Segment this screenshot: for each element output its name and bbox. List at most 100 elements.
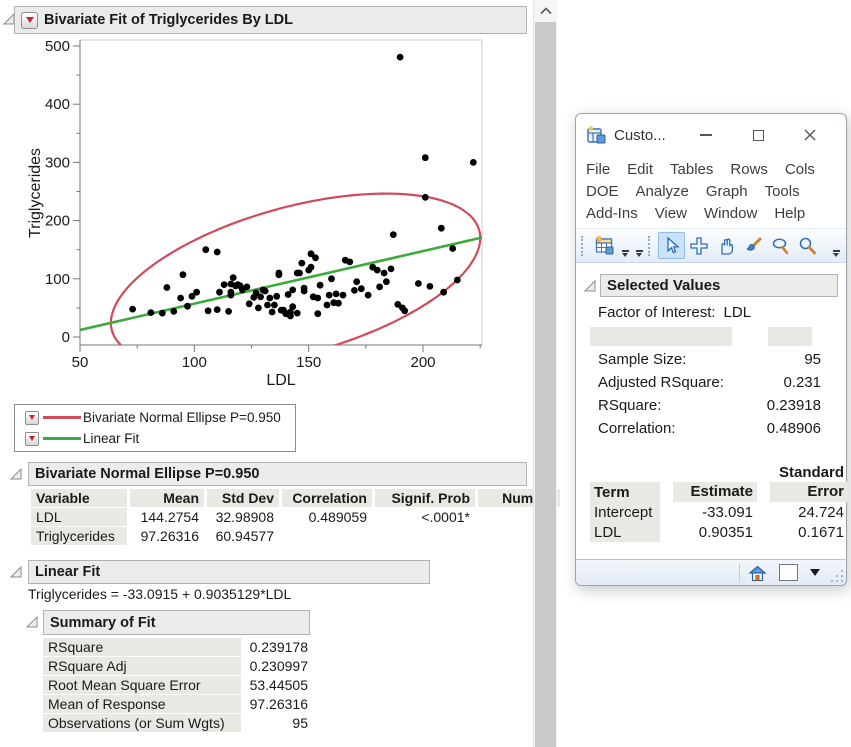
new-data-table-icon[interactable]: [591, 232, 618, 259]
scrollbar-thumb[interactable]: [535, 22, 556, 747]
scatter-point[interactable]: [333, 291, 340, 298]
scatter-point[interactable]: [328, 275, 335, 282]
hand-tool-icon[interactable]: [712, 232, 739, 259]
scatter-point[interactable]: [214, 249, 221, 256]
color-swatch-icon[interactable]: [779, 564, 798, 581]
scatter-point[interactable]: [273, 293, 280, 300]
menu-view[interactable]: View: [655, 205, 687, 222]
scatter-point[interactable]: [449, 245, 456, 252]
scatter-point[interactable]: [170, 308, 177, 315]
scatter-point[interactable]: [221, 281, 228, 288]
menu-help[interactable]: Help: [774, 205, 805, 222]
scatter-point[interactable]: [308, 264, 315, 271]
scatter-point[interactable]: [351, 287, 358, 294]
menu-edit[interactable]: Edit: [627, 161, 653, 178]
factor-value-box[interactable]: [590, 327, 732, 346]
scatter-point[interactable]: [225, 308, 232, 315]
scatter-point[interactable]: [271, 302, 278, 309]
scatter-point[interactable]: [264, 302, 271, 309]
scatter-point[interactable]: [296, 270, 303, 277]
scatter-point[interactable]: [397, 54, 404, 61]
scatter-point[interactable]: [317, 282, 324, 289]
scatter-point[interactable]: [374, 267, 381, 274]
scatter-point[interactable]: [276, 270, 283, 277]
dropdown-icon[interactable]: [810, 569, 820, 576]
toolbar-grip[interactable]: [581, 236, 587, 256]
vertical-scrollbar[interactable]: [533, 0, 557, 747]
disclosure-triangle-summary[interactable]: [26, 616, 38, 628]
scatter-point[interactable]: [180, 271, 187, 278]
scatter-point[interactable]: [326, 292, 333, 299]
menu-window[interactable]: Window: [704, 205, 757, 222]
scatter-point[interactable]: [340, 292, 347, 299]
scatter-point[interactable]: [266, 295, 273, 302]
scatter-point[interactable]: [422, 154, 429, 161]
scatter-point[interactable]: [289, 303, 296, 310]
scatter-point[interactable]: [244, 284, 251, 291]
scroll-up-button[interactable]: [534, 0, 557, 22]
scatter-point[interactable]: [257, 293, 264, 300]
scatter-point[interactable]: [214, 306, 221, 313]
scatter-point[interactable]: [388, 266, 395, 273]
resize-grip[interactable]: [831, 570, 843, 582]
toolbar-options-dropdown[interactable]: [633, 235, 645, 257]
scatter-point[interactable]: [298, 260, 305, 267]
scatter-point[interactable]: [255, 305, 262, 312]
maximize-button[interactable]: [732, 120, 784, 150]
scatter-point[interactable]: [415, 280, 422, 287]
scatter-point[interactable]: [184, 303, 191, 310]
menu-rows[interactable]: Rows: [730, 161, 768, 178]
linear-fit-line[interactable]: [80, 237, 482, 330]
scatter-point[interactable]: [353, 278, 360, 285]
scatter-point[interactable]: [335, 300, 342, 307]
scatter-plot[interactable]: 010020030040050050100150200Triglycerides…: [0, 0, 533, 402]
scatter-point[interactable]: [230, 274, 237, 281]
scatter-point[interactable]: [365, 292, 372, 299]
disclosure-triangle-linearfit[interactable]: [10, 566, 22, 578]
scatter-point[interactable]: [312, 254, 319, 261]
scatter-point[interactable]: [246, 300, 253, 307]
scatter-point[interactable]: [301, 288, 308, 295]
move-tool-icon[interactable]: [685, 232, 712, 259]
menu-tools[interactable]: Tools: [765, 183, 800, 200]
scatter-point[interactable]: [427, 283, 434, 290]
scatter-point[interactable]: [314, 295, 321, 302]
scatter-point[interactable]: [177, 295, 184, 302]
red-triangle-menu-button[interactable]: [25, 411, 39, 425]
scatter-point[interactable]: [202, 246, 209, 253]
scatter-point[interactable]: [346, 259, 353, 266]
menu-tables[interactable]: Tables: [670, 161, 713, 178]
scatter-point[interactable]: [262, 288, 269, 295]
disclosure-triangle-ellipse[interactable]: [10, 468, 22, 480]
home-icon[interactable]: [748, 564, 767, 582]
scatter-point[interactable]: [314, 310, 321, 317]
scatter-point[interactable]: [422, 194, 429, 201]
arrow-tool-icon[interactable]: [658, 232, 685, 259]
toolbar-options-dropdown[interactable]: [830, 235, 842, 257]
scatter-point[interactable]: [324, 302, 331, 309]
window-title-bar[interactable]: Custo...: [576, 114, 846, 156]
close-button[interactable]: [784, 120, 836, 150]
scatter-point[interactable]: [269, 309, 276, 316]
scatter-point[interactable]: [216, 289, 223, 296]
scatter-point[interactable]: [440, 289, 447, 296]
scatter-point[interactable]: [148, 309, 155, 316]
scatter-point[interactable]: [470, 159, 477, 166]
scatter-point[interactable]: [438, 225, 445, 232]
menu-cols[interactable]: Cols: [785, 161, 815, 178]
magnifier-tool-icon[interactable]: [793, 232, 820, 259]
scatter-point[interactable]: [287, 313, 294, 320]
menu-addins[interactable]: Add-Ins: [586, 205, 638, 222]
scatter-point[interactable]: [383, 278, 390, 285]
scatter-point[interactable]: [294, 310, 301, 317]
scatter-point[interactable]: [381, 270, 388, 277]
disclosure-triangle-selected-values[interactable]: [584, 280, 596, 292]
scatter-point[interactable]: [358, 285, 365, 292]
menu-file[interactable]: File: [586, 161, 610, 178]
brush-tool-icon[interactable]: [739, 232, 766, 259]
menu-graph[interactable]: Graph: [706, 183, 748, 200]
secondary-value-box[interactable]: [768, 327, 812, 346]
scatter-point[interactable]: [390, 231, 397, 238]
scatter-point[interactable]: [193, 289, 200, 296]
scatter-point[interactable]: [228, 292, 235, 299]
